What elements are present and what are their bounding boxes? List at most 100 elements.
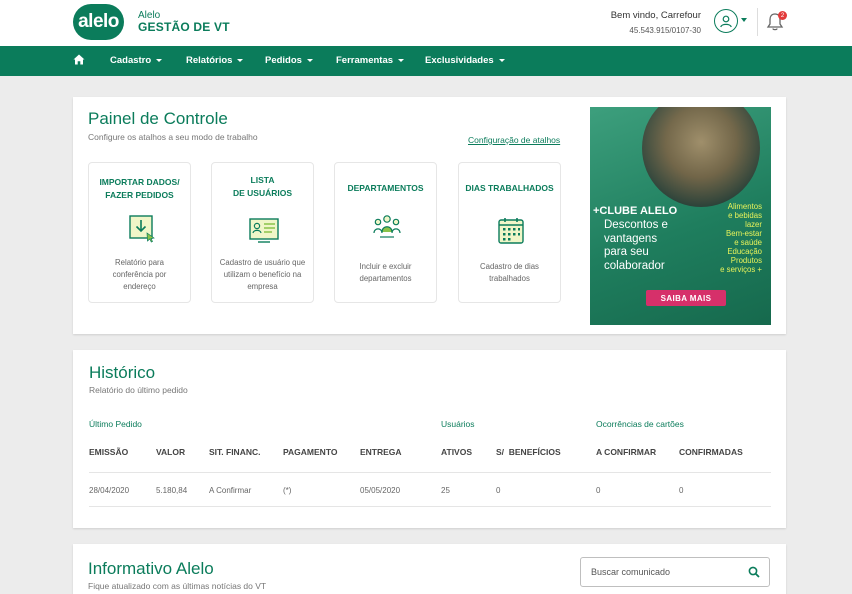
col-emissao: EMISSÃO: [89, 447, 129, 457]
group-users: Usuários: [441, 419, 475, 429]
chevron-down-icon: [398, 59, 405, 62]
tile-title: LISTA DE USUÁRIOS: [212, 174, 313, 200]
chevron-down-icon: [156, 59, 163, 62]
header-divider: [757, 8, 758, 36]
promo-text-line: colaborador: [604, 259, 665, 272]
history-card: Histórico Relatório do último pedido Últ…: [73, 350, 786, 528]
nav-ferramentas[interactable]: Ferramentas: [336, 55, 405, 66]
chevron-down-icon: [498, 59, 505, 62]
promo-text: Descontos e vantagens para seu colaborad…: [604, 219, 704, 273]
tile-desc-line: endereço: [123, 282, 156, 292]
tile-description: Relatório para conferência por endereço: [93, 257, 186, 293]
app-brand: Alelo GESTÃO DE VT: [138, 10, 230, 34]
nav-relatorios[interactable]: Relatórios: [186, 55, 244, 66]
cell-sit-financ: A Confirmar: [209, 486, 252, 495]
promo-benefits-list: Alimentos e bebidas lazer Bem-estar e sa…: [720, 202, 762, 275]
table-divider: [89, 472, 771, 473]
company-cnpj: 45.543.915/0107-30: [629, 26, 701, 35]
tile-title-line: LISTA: [250, 175, 275, 185]
group-card-occurrences: Ocorrências de cartões: [596, 419, 684, 429]
chevron-down-icon: [237, 59, 244, 62]
team-icon: [373, 215, 401, 238]
tile-description: Cadastro de dias trabalhados: [463, 261, 556, 285]
cell-confirmadas: 0: [679, 486, 684, 495]
promo-benefit: e serviços +: [720, 264, 762, 274]
page-title: Painel de Controle: [88, 109, 228, 128]
promo-title: +CLUBE ALELO: [593, 205, 678, 217]
brand-title: GESTÃO DE VT: [138, 20, 230, 34]
tile-user-list[interactable]: LISTA DE USUÁRIOS Cadastro de usuário qu…: [211, 162, 314, 303]
tile-title-line: FAZER PEDIDOS: [105, 189, 174, 200]
nav-label: Exclusividades: [425, 55, 494, 66]
nav-label: Relatórios: [186, 55, 233, 66]
search-icon[interactable]: [748, 566, 760, 578]
col-a-confirmar: A CONFIRMAR: [596, 447, 657, 457]
home-icon[interactable]: [73, 54, 85, 65]
saiba-mais-button[interactable]: SAIBA MAIS: [646, 290, 726, 306]
cell-entrega: 05/05/2020: [360, 486, 401, 495]
welcome-block: Bem vindo, Carrefour 45.543.915/0107-30: [611, 10, 701, 35]
tile-worked-days[interactable]: DIAS TRABALHADOS Cadastro de dias trabal…: [458, 162, 561, 303]
tile-title-line: DE USUÁRIOS: [232, 187, 293, 198]
cell-pagamento: (*): [283, 486, 292, 495]
tile-desc-line: Incluir e excluir: [359, 262, 412, 271]
user-menu-button[interactable]: [714, 9, 738, 33]
tile-desc-line: departamentos: [359, 274, 412, 284]
informativo-title: Informativo Alelo: [88, 559, 214, 578]
welcome-text: Bem vindo, Carrefour: [610, 10, 701, 21]
col-sem-beneficios: S/ BENEFÍCIOS: [496, 447, 561, 457]
tile-desc-line: trabalhados: [489, 274, 530, 284]
nav-cadastro[interactable]: Cadastro: [110, 55, 163, 66]
col-ativos: ATIVOS: [441, 447, 473, 457]
calendar-icon: [498, 218, 524, 244]
tile-title: IMPORTAR DADOS/ FAZER PEDIDOS: [89, 176, 190, 202]
group-last-order: Último Pedido: [89, 419, 142, 429]
tile-import-orders[interactable]: IMPORTAR DADOS/ FAZER PEDIDOS Relatório …: [88, 162, 191, 303]
user-icon: [720, 15, 732, 28]
col-entrega: ENTREGA: [360, 447, 402, 457]
tile-title-line: IMPORTAR DADOS/: [99, 177, 180, 187]
cell-a-confirmar: 0: [596, 486, 601, 495]
cell-ativos: 25: [441, 486, 450, 495]
nav-exclusividades[interactable]: Exclusividades: [425, 55, 505, 66]
tile-description: Incluir e excluir departamentos: [339, 261, 432, 285]
nav-label: Pedidos: [265, 55, 302, 66]
table-divider: [89, 506, 771, 507]
tile-desc-line: Cadastro de usuário que: [219, 258, 306, 267]
shortcut-config-link[interactable]: Configuração de atalhos: [468, 135, 560, 145]
clube-alelo-banner[interactable]: +CLUBE ALELO Descontos e vantagens para …: [590, 107, 771, 325]
informativo-subtitle: Fique atualizado com as últimas notícias…: [88, 581, 267, 591]
promo-text-line: para seu: [604, 246, 649, 259]
col-sit-financ: SIT. FINANC.: [209, 447, 261, 457]
tile-desc-line: utilizam o benefício na: [223, 270, 302, 280]
tile-title: DEPARTAMENTOS: [347, 183, 424, 193]
tile-desc-line: Cadastro de dias: [480, 262, 539, 271]
nav-label: Ferramentas: [336, 55, 394, 66]
promo-photo: [642, 107, 760, 207]
tile-desc-line: conferência por: [112, 270, 167, 280]
user-list-icon: [249, 218, 279, 243]
informativo-card: Informativo Alelo Fique atualizado com a…: [73, 544, 786, 594]
tile-departments[interactable]: DEPARTAMENTOS Incluir e excluir departam…: [334, 162, 437, 303]
download-icon: [129, 215, 155, 243]
cell-valor: 5.180,84: [156, 486, 188, 495]
nav-label: Cadastro: [110, 55, 152, 66]
top-header: alelo Alelo GESTÃO DE VT Bem vindo, Carr…: [0, 0, 852, 46]
col-valor: VALOR: [156, 447, 186, 457]
promo-text-line: Descontos e: [604, 219, 668, 231]
panel-subtitle: Configure os atalhos a seu modo de traba…: [88, 132, 258, 142]
promo-text-line: vantagens: [604, 232, 658, 245]
alelo-logo[interactable]: alelo: [73, 4, 124, 40]
tile-desc-line: Relatório para: [115, 258, 164, 267]
search-placeholder: Buscar comunicado: [591, 567, 671, 577]
control-panel-card: Painel de Controle Configure os atalhos …: [73, 97, 786, 334]
nav-pedidos[interactable]: Pedidos: [265, 55, 313, 66]
chevron-down-icon[interactable]: [741, 18, 747, 22]
tile-description: Cadastro de usuário que utilizam o benef…: [216, 257, 309, 293]
cell-emissao: 28/04/2020: [89, 486, 130, 495]
tile-desc-line: empresa: [247, 282, 278, 292]
col-pagamento: PAGAMENTO: [283, 447, 338, 457]
history-title: Histórico: [89, 363, 156, 382]
search-input[interactable]: Buscar comunicado: [580, 557, 770, 587]
tile-title: DIAS TRABALHADOS: [465, 183, 554, 193]
